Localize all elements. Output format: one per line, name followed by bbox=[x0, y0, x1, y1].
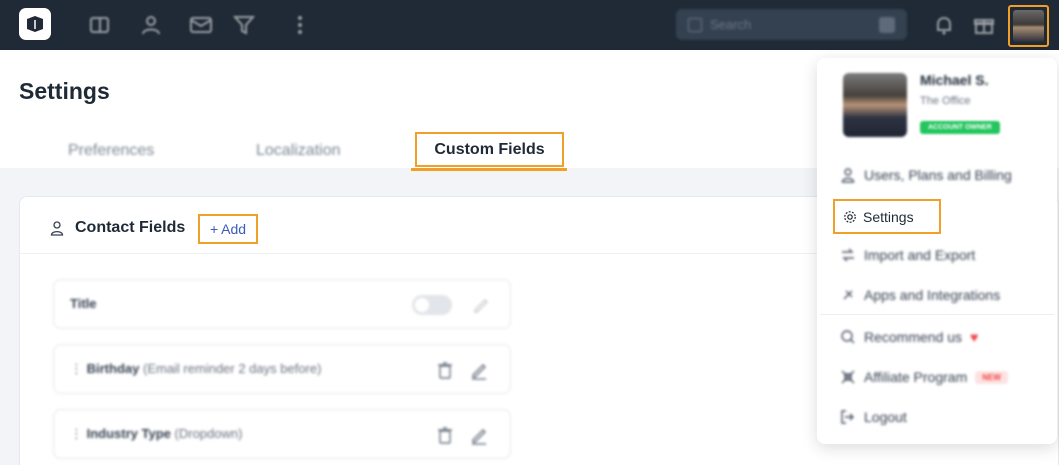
search-input[interactable]: Search bbox=[676, 9, 907, 40]
bell-icon[interactable] bbox=[932, 13, 956, 37]
field-name: Title bbox=[70, 296, 97, 311]
search-icon bbox=[688, 17, 702, 32]
mail-icon[interactable] bbox=[189, 13, 213, 37]
edit-icon[interactable] bbox=[470, 425, 488, 445]
trash-icon[interactable] bbox=[436, 360, 454, 380]
menu-item-label: Logout bbox=[864, 409, 907, 425]
field-row-industry-type[interactable]: ⋮ Industry Type (Dropdown) bbox=[53, 409, 511, 459]
menu-item-settings[interactable]: Settings bbox=[833, 199, 941, 234]
more-icon[interactable] bbox=[288, 13, 312, 37]
trash-icon[interactable] bbox=[436, 425, 454, 445]
menu-item-apps-integrations[interactable]: Apps and Integrations bbox=[840, 287, 1000, 303]
contact-fields-title: Contact Fields bbox=[75, 219, 186, 236]
import-export-icon bbox=[840, 247, 856, 263]
menu-item-label: Import and Export bbox=[864, 247, 976, 263]
profile-photo bbox=[843, 73, 907, 137]
shortcut-icon bbox=[879, 16, 895, 33]
user-icon bbox=[840, 167, 856, 183]
field-row-birthday[interactable]: ⋮ Birthday (Email reminder 2 days before… bbox=[53, 344, 511, 394]
field-name: Industry Type bbox=[86, 426, 171, 441]
field-toggle[interactable] bbox=[412, 295, 452, 315]
menu-item-recommend-us[interactable]: Recommend us ♥ bbox=[840, 329, 978, 345]
search-placeholder: Search bbox=[710, 17, 752, 32]
active-tab-indicator bbox=[411, 168, 567, 171]
menu-item-label: Apps and Integrations bbox=[864, 287, 1001, 303]
megaphone-icon bbox=[840, 329, 856, 345]
contact-icon bbox=[50, 221, 64, 236]
gear-icon bbox=[844, 210, 856, 223]
menu-item-label: Recommend us bbox=[864, 329, 963, 345]
plus-icon: + bbox=[209, 221, 219, 237]
contacts-icon[interactable] bbox=[139, 13, 163, 37]
edit-icon[interactable] bbox=[472, 295, 490, 315]
add-field-button[interactable]: + Add bbox=[198, 214, 258, 244]
logo-icon[interactable] bbox=[19, 8, 51, 40]
funnel-icon[interactable] bbox=[232, 13, 256, 37]
profile-name: Michael S. bbox=[920, 72, 989, 88]
card-divider bbox=[19, 253, 819, 254]
affiliate-icon bbox=[840, 369, 856, 385]
drag-handle[interactable]: ⋮ bbox=[70, 361, 87, 376]
avatar bbox=[1013, 10, 1044, 42]
drag-handle[interactable]: ⋮ bbox=[70, 426, 87, 441]
tab-custom-fields[interactable]: Custom Fields bbox=[415, 132, 564, 167]
gift-icon[interactable] bbox=[972, 13, 996, 37]
menu-item-label: Settings bbox=[863, 208, 914, 225]
profile-organization: The Office bbox=[920, 95, 971, 107]
top-navigation-bar: Search bbox=[0, 0, 1059, 50]
menu-item-logout[interactable]: Logout bbox=[840, 409, 907, 425]
menu-item-label: Affiliate Program bbox=[864, 369, 968, 385]
profile-avatar-button[interactable] bbox=[1008, 5, 1049, 47]
menu-item-import-export[interactable]: Import and Export bbox=[840, 247, 975, 263]
menu-item-affiliate-program[interactable]: Affiliate Program NEW bbox=[840, 369, 1008, 385]
account-owner-badge: ACCOUNT OWNER bbox=[920, 121, 1000, 134]
deals-icon[interactable] bbox=[88, 13, 112, 37]
field-row-title[interactable]: Title bbox=[53, 279, 511, 329]
edit-icon[interactable] bbox=[470, 360, 488, 380]
heart-icon: ♥ bbox=[970, 329, 979, 345]
field-name: Birthday bbox=[86, 361, 140, 376]
plug-icon bbox=[840, 287, 856, 303]
add-label: Add bbox=[221, 221, 247, 237]
tab-preferences[interactable]: Preferences bbox=[68, 142, 154, 160]
field-detail: (Email reminder 2 days before) bbox=[142, 361, 322, 376]
menu-divider bbox=[820, 314, 1054, 315]
menu-item-label: Users, Plans and Billing bbox=[864, 167, 1012, 183]
tab-localization[interactable]: Localization bbox=[256, 142, 341, 160]
field-detail: (Dropdown) bbox=[174, 426, 243, 441]
logout-icon bbox=[840, 409, 856, 425]
page-title: Settings bbox=[19, 78, 110, 104]
menu-item-users-plans-billing[interactable]: Users, Plans and Billing bbox=[840, 167, 1012, 183]
new-badge: NEW bbox=[975, 370, 1008, 384]
